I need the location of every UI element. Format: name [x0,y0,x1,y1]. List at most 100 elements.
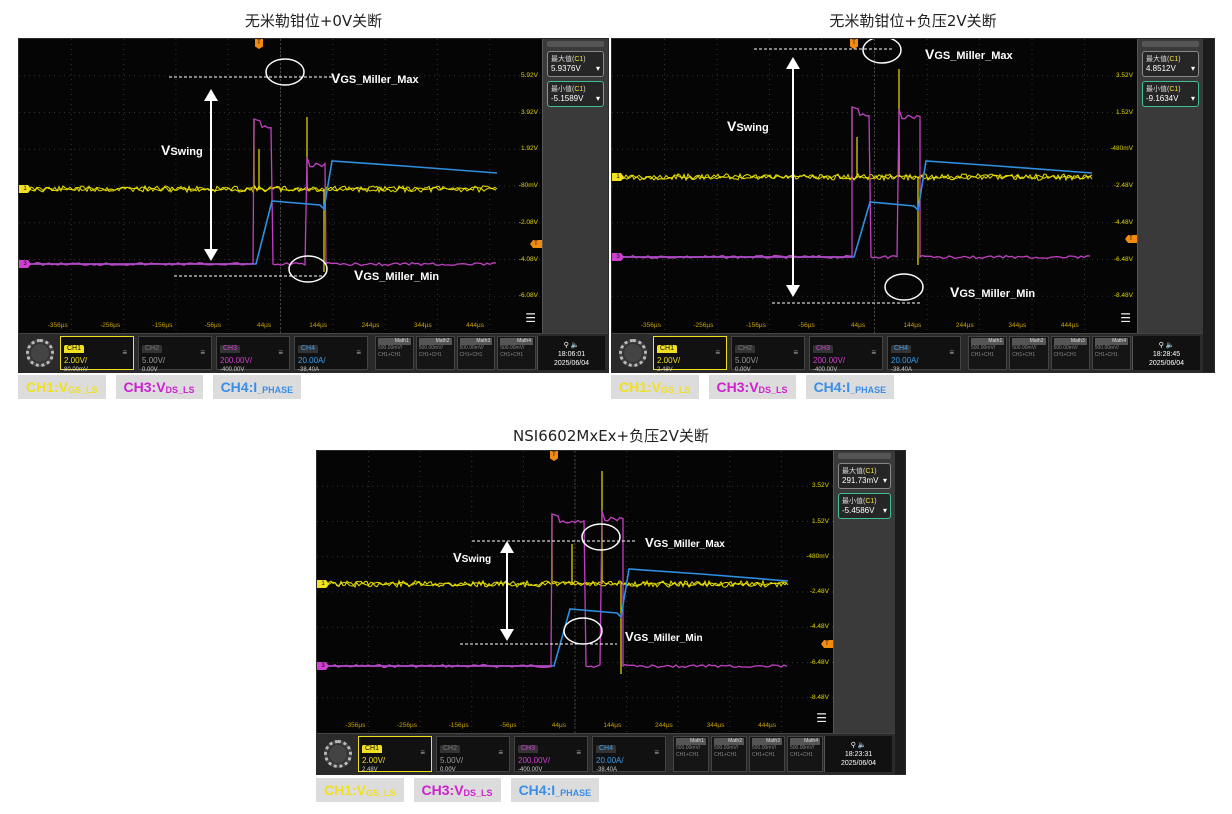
channel-scale: 5.00V/ [735,356,759,365]
dropdown-chevron-icon[interactable]: ▾ [596,94,600,103]
vgs-miller-min-label-main: V [950,284,960,300]
math-channel-box[interactable]: Math4 500.00mV/CH1+CH1 [1091,336,1131,370]
math-channel-box[interactable]: Math3 500.00mV/CH1+CH1 [456,336,496,370]
side-header [1142,41,1199,47]
measurement-panel: 最大值(C1) 291.73mV ▾ 最小值(C1) -5.4586V ▾ [833,451,895,733]
waveform-display[interactable]: VSwing VGS_Miller_Max VGS_Miller_Min 3.52V 1… [317,451,833,733]
status-clock: ⚲ 🔈 18:23:31 2025/06/04 [824,736,892,772]
measurement-label: 最小值(C1) [1146,84,1195,94]
volt-tick-label: -480mV [806,552,829,560]
settings-gear-icon[interactable] [615,336,651,370]
vswing-label-main: V [453,550,462,565]
math-source: CH1+CH1 [971,352,994,358]
math-scale: 500.00mV/ [418,345,443,351]
math-scale: 500.00mV/ [1012,345,1037,351]
channel-ch3-box[interactable]: CH3 200.00V/ -400.00V ≡ [514,736,588,773]
vswing-label: VSwing [453,550,491,565]
math-channel-box[interactable]: Math1 500.00mV/CH1+CH1 [673,736,709,772]
channel-ch4-box[interactable]: CH4 20.00A/ -38.40A ≡ [294,336,368,373]
vgs-miller-max-label-sub: GS_Miller_Max [340,74,419,86]
math-scale: 500.00mV/ [1053,345,1078,351]
clock-date: 2025/06/04 [553,360,590,367]
dropdown-chevron-icon[interactable]: ▾ [1191,94,1195,103]
time-tick-label: 444µs [466,322,484,329]
time-tick-label: -356µs [640,322,661,329]
math-channel-box[interactable]: Math2 500.00mV/CH1+CH1 [415,336,455,370]
time-tick-label: -56µs [500,722,517,729]
channel-ch3-box[interactable]: CH3 200.00V/ -400.00V ≡ [809,336,883,373]
channel-ch1-box[interactable]: CH1 2.00V/2.48V ≡ [653,336,727,373]
measurement-value: 291.73mV [842,476,879,485]
dropdown-chevron-icon[interactable]: ▾ [596,64,600,73]
time-tick-label: 44µs [551,722,566,729]
math-name: Math1 [378,338,411,345]
paren-close: ) [583,86,586,93]
measurement-label: 最大值(C1) [842,466,887,476]
channel-ch3-box[interactable]: CH3 200.00V/ -400.00V ≡ [216,336,290,373]
settings-gear-icon[interactable] [22,336,58,370]
menu-icon[interactable]: ☰ [816,711,827,725]
channel-ch1-box[interactable]: CH1 2.00V/80.00mV ≡ [60,336,134,373]
vgs-miller-max-label-sub: GS_Miller_Max [653,539,725,550]
menu-icon[interactable]: ☰ [525,311,536,325]
math-scale: 500.00mV/ [714,745,739,751]
channel-ch2-box[interactable]: CH2 5.00V/0.00V ≡ [731,336,805,373]
math-channel-box[interactable]: Math3 500.00mV/CH1+CH1 [1050,336,1090,370]
vswing-label-main: V [161,142,171,158]
time-tick-label: 144µs [603,722,622,729]
legend-item: CH1:VGS_LS [611,375,699,399]
legend-item: CH4:I_PHASE [805,375,895,399]
legend-item: CH4:I_PHASE [212,375,302,399]
waveform-display[interactable]: VSwing VGS_Miller_Max VGS_Miller_Min 3.52V 1… [612,39,1137,333]
math-scale: 500.00mV/ [790,745,815,751]
settings-gear-icon[interactable] [320,736,356,772]
channel-ch2-box[interactable]: CH2 5.00V/0.00V ≡ [138,336,212,373]
menu-icon[interactable]: ☰ [1120,311,1131,325]
channel-control-bar: CH1 2.00V/2.48V ≡ CH2 5.00V/0.00V ≡ CH3 200.00V… [612,333,1203,373]
measurement-item[interactable]: 最小值(C1) -9.1634V ▾ [1142,81,1199,107]
oscilloscope-window: VSwing VGS_Miller_Max VGS_Miller_Min 5.92V 3… [18,38,609,373]
dropdown-chevron-icon[interactable]: ▾ [883,506,887,515]
time-tick-label: 44µs [850,322,866,329]
time-tick-label: -156µs [745,322,766,329]
math-channel-box[interactable]: Math4 500.00mV/CH1+CH1 [497,336,536,370]
coupling-icon: ≡ [949,348,954,357]
coupling-icon: ≡ [793,348,798,357]
channel-ch4-box[interactable]: CH4 20.00A/ -38.40A ≡ [887,336,961,373]
math-channel-box[interactable]: Math3 500.00mV/CH1+CH1 [749,736,785,772]
dropdown-chevron-icon[interactable]: ▾ [1191,64,1195,73]
channel-legend: CH1:VGS_LS CH3:VDS_LS CH4:I_PHASE [18,375,302,399]
volt-tick-label: -4.48V [809,623,829,631]
measurement-item[interactable]: 最大值(C1) 5.9376V ▾ [547,51,604,77]
channel-offset: -38.40A [596,767,618,773]
math-channel-box[interactable]: Math2 500.00mV/CH1+CH1 [1009,336,1049,370]
math-channel-box[interactable]: Math4 500.00mV/CH1+CH1 [787,736,823,772]
scope-panel-1: 无米勒钳位+0V关断 VSwing VGS_Miller_Max VGS_Mille… [18,10,609,410]
time-tick-label: 244µs [955,322,974,329]
legend-main: CH1:V [26,379,69,395]
measurement-value-row: 4.8512V ▾ [1146,64,1195,73]
math-channel-box[interactable]: Math1 500.00mV/CH1+CH1 [968,336,1008,370]
math-channel-box[interactable]: Math1 500.00mV/CH1+CH1 [375,336,414,370]
volt-tick-label: 1.52V [1116,108,1133,116]
usb-sound-icons: ⚲ 🔈 [1158,342,1175,349]
dropdown-chevron-icon[interactable]: ▾ [883,476,887,485]
measurement-value-row: 5.9376V ▾ [551,64,600,73]
measurement-source: C1 [574,56,584,63]
legend-item: CH3:VDS_LS [413,778,501,802]
channel-ch4-box[interactable]: CH4 20.00A/ -38.40A ≡ [592,736,666,773]
measurement-item[interactable]: 最大值(C1) 291.73mV ▾ [838,463,891,489]
math-source: CH1+CH1 [752,752,775,758]
legend-item: CH1:VGS_LS [18,375,106,399]
math-channel-box[interactable]: Math2 500.00mV/CH1+CH1 [711,736,747,772]
legend-sub: GS_LS [366,788,396,798]
paren-close: ) [874,468,877,475]
measurement-item[interactable]: 最小值(C1) -5.1589V ▾ [547,81,604,107]
waveform-display[interactable]: VSwing VGS_Miller_Max VGS_Miller_Min 5.92V 3… [19,39,542,333]
measurement-item[interactable]: 最小值(C1) -5.4586V ▾ [838,493,891,519]
channel-ch1-box[interactable]: CH1 2.00V/2.48V ≡ [358,736,432,773]
channel-ch2-box[interactable]: CH2 5.00V/0.00V ≡ [436,736,510,773]
clock-time: 18:23:31 [844,751,873,758]
vgs-miller-max-label-main: V [645,535,654,550]
measurement-item[interactable]: 最大值(C1) 4.8512V ▾ [1142,51,1199,77]
